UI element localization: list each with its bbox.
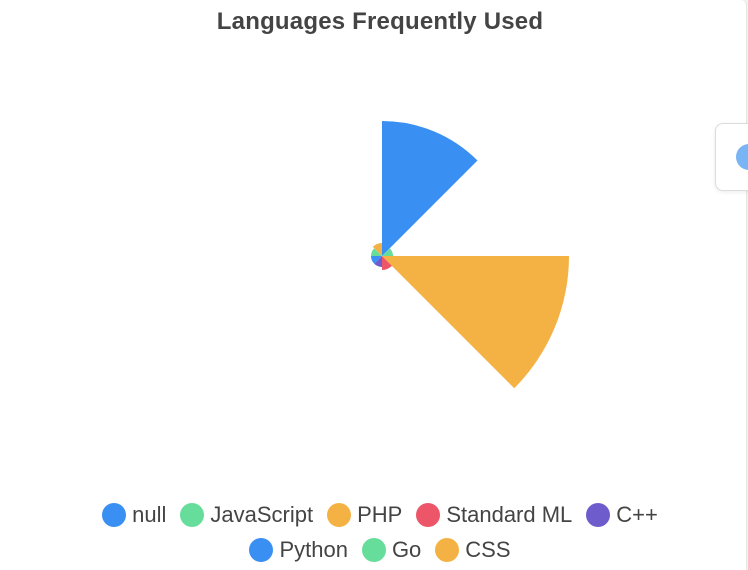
chart-legend-row-1: null JavaScript PHP Standard ML C++ <box>0 502 748 528</box>
legend-label: PHP <box>357 502 403 527</box>
legend-item-python[interactable]: Python <box>249 537 348 563</box>
legend-item-null[interactable]: null <box>102 502 166 528</box>
legend-swatch <box>180 503 205 527</box>
legend-label: Go <box>391 537 422 562</box>
legend-swatch <box>249 538 274 562</box>
polar-segment-php[interactable] <box>382 256 570 389</box>
chart-tooltip <box>715 123 748 191</box>
legend-item-css[interactable]: CSS <box>435 537 511 563</box>
legend-label: C++ <box>616 502 658 527</box>
legend-item-standard-ml[interactable]: Standard ML <box>416 502 572 528</box>
legend-swatch <box>361 538 386 562</box>
legend-item-php[interactable]: PHP <box>327 502 402 528</box>
legend-swatch <box>586 503 611 527</box>
legend-item-go[interactable]: Go <box>361 537 422 563</box>
tooltip-color-swatch <box>736 144 748 170</box>
legend-item-javascript[interactable]: JavaScript <box>180 502 313 528</box>
legend-label: JavaScript <box>210 502 314 527</box>
legend-label: CSS <box>465 537 511 562</box>
legend-item-c-[interactable]: C++ <box>586 502 658 528</box>
legend-label: Python <box>279 537 348 562</box>
chart-legend-row-2: Python Go CSS <box>0 537 748 563</box>
legend-swatch <box>327 503 352 527</box>
polar-area-chart[interactable] <box>0 0 748 500</box>
polar-segment-null[interactable] <box>382 120 478 256</box>
legend-label: Standard ML <box>446 502 573 527</box>
legend-swatch <box>102 503 127 527</box>
legend-swatch <box>435 538 460 562</box>
chart-card: Languages Frequently Used null JavaScript… <box>0 0 748 570</box>
legend-swatch <box>416 503 441 527</box>
legend-label: null <box>132 502 167 527</box>
